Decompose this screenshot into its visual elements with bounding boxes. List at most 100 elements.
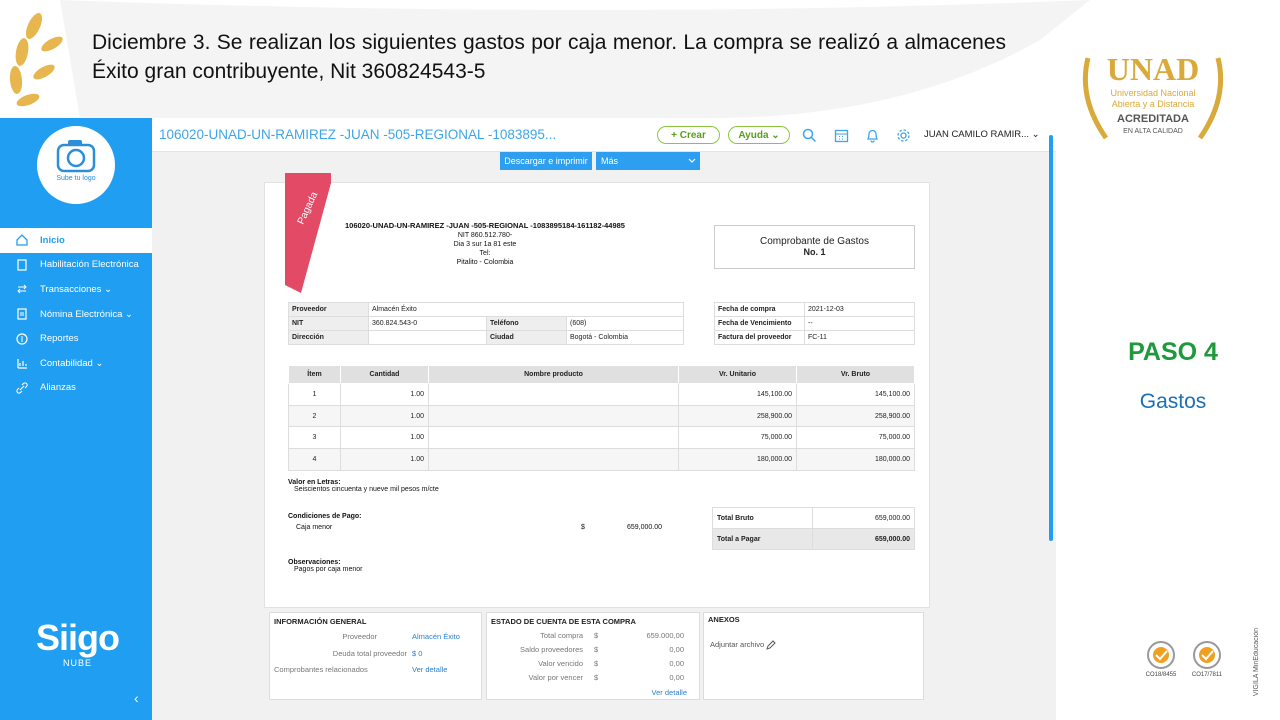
table-cell: 1.00 [340,404,429,428]
help-button[interactable]: Ayuda ⌄ [728,126,790,144]
account-row-currency: $ [594,673,599,682]
accounting-icon [17,359,27,369]
account-row-currency: $ [594,645,599,654]
mineducacion-mark: VIGILA MinEducación [1253,628,1260,697]
condicion-currency: $ [581,524,585,531]
dates-table: Fecha de compra 2021-12-03 Fecha de Venci… [714,302,915,345]
collapse-sidebar-button[interactable]: ‹ [134,690,139,706]
document-icon [17,259,27,271]
bell-icon[interactable] [865,128,880,143]
table-cell: 3 [288,426,341,450]
table-cell [428,448,679,471]
svg-text:ACREDITADA: ACREDITADA [1117,113,1189,125]
items-table: Ítem Cantidad Nombre producto Vr. Unitario V… [288,365,915,471]
account-row-label: Total compra [540,631,583,640]
certification-badge: CO18/8455 [1138,640,1184,678]
items-header-cell: Vr. Unitario [678,365,797,384]
valor-letras: Valor en Letras: Seiscientos cincuenta y… [288,479,439,493]
paid-ribbon: Pagada [285,173,331,293]
table-cell: 2 [288,404,341,428]
voucher-document: Pagada 106020-UNAD-UN-RAMIREZ -JUAN -505… [264,173,930,608]
calendar-icon[interactable] [834,128,849,143]
attach-file-button[interactable]: Adjuntar archivo [710,640,777,650]
account-row-label: Valor por vencer [528,673,583,682]
table-cell [428,404,679,428]
table-cell: 75,000.00 [678,426,797,450]
table-cell: 258,900.00 [678,404,797,428]
panel-title: ESTADO DE CUENTA DE ESTA COMPRA [491,617,636,626]
general-info-panel: INFORMACIÓN GENERAL Proveedor Almacén Éx… [269,612,482,700]
svg-text:Abierta y a Distancia: Abierta y a Distancia [1112,99,1195,109]
chevron-down-icon [688,158,696,163]
table-cell: 75,000.00 [796,426,915,450]
account-status-panel: ESTADO DE CUENTA DE ESTA COMPRA Total co… [486,612,700,700]
provider-table: Proveedor Almacén Éxito NIT 360.824.543-… [288,302,684,345]
table-cell [428,426,679,450]
account-detail-link[interactable]: Ver detalle [652,688,687,697]
table-row: 2 1.00 258,900.00 258,900.00 [288,404,915,428]
items-header-cell: Ítem [288,365,341,384]
sidebar-item-contabilidad[interactable]: Contabilidad ⌄ [0,351,152,376]
sidebar-item-inicio[interactable]: Inicio [0,228,152,253]
table-row: 1 1.00 145,100.00 145,100.00 [288,383,915,406]
home-icon [16,234,28,246]
table-cell: 180,000.00 [796,448,915,471]
sidebar-item-transacciones[interactable]: Transacciones ⌄ [0,277,152,302]
totals-table: Total Bruto 659,000.00 Total a Pagar 659,0… [712,507,915,550]
transactions-icon [17,285,27,294]
unad-wordmark: UNAD [1107,51,1199,87]
account-row-currency: $ [594,631,599,640]
table-cell: 1.00 [340,426,429,450]
sgs-badge-icon [1193,641,1221,669]
observaciones: Observaciones: Pagos por caja menor [288,559,363,573]
account-row-value: 659.000,00 [646,631,684,640]
sidebar-item-nomina[interactable]: Nómina Electrónica ⌄ [0,302,152,327]
download-print-button[interactable]: Descargar e imprimir [500,152,592,170]
table-cell: 145,100.00 [678,383,797,406]
table-cell: 258,900.00 [796,404,915,428]
sidebar-item-habilitacion[interactable]: Habilitación Electrónica [0,253,152,278]
topbar: 106020-UNAD-UN-RAMIREZ -JUAN -505-REGION… [152,118,1056,152]
link-icon [16,382,28,394]
scrollbar[interactable] [1049,135,1053,541]
upload-logo-button[interactable]: Sube tu logo [37,126,115,204]
gear-icon[interactable] [896,128,911,143]
provider-link[interactable]: Almacén Éxito [412,632,460,641]
sidebar-item-reportes[interactable]: Reportes [0,326,152,351]
step-subtitle: Gastos [1139,390,1207,413]
table-cell: 180,000.00 [678,448,797,471]
table-cell: 1.00 [340,448,429,471]
table-row: 3 1.00 75,000.00 75,000.00 [288,426,915,450]
account-row-currency: $ [594,659,599,668]
related-vouchers-link[interactable]: Ver detalle [412,665,447,674]
slide-title: Diciembre 3. Se realizan los siguientes … [92,31,1006,83]
account-row-label: Valor vencido [538,659,583,668]
siigo-app-screenshot: Sube tu logo Inicio Habilitación Electró… [0,118,1056,720]
sidebar-menu: Inicio Habilitación Electrónica Transacc… [0,228,152,400]
camera-icon [56,140,96,173]
account-row-label: Saldo proveedores [520,645,583,654]
more-dropdown[interactable]: Más [596,152,700,170]
condicion-amount: 659,000.00 [627,524,663,531]
voucher-title-box: Comprobante de Gastos No. 1 [714,225,915,269]
account-row-value: 0,00 [669,659,684,668]
upload-logo-label: Sube tu logo [56,175,96,182]
account-row-value: 0,00 [669,673,684,682]
sidebar: Sube tu logo Inicio Habilitación Electró… [0,118,152,720]
table-row: 4 1.00 180,000.00 180,000.00 [288,448,915,471]
table-cell: 1 [288,383,341,406]
create-button[interactable]: + Crear [657,126,720,144]
table-cell: 1.00 [340,383,429,406]
slide: Diciembre 3. Se realizan los siguientes … [0,0,1280,720]
account-row-value: 0,00 [669,645,684,654]
siigo-logo: Siigo NUBE [36,617,120,669]
user-menu[interactable]: JUAN CAMILO RAMIR... ⌄ [924,129,1040,140]
items-header-cell: Cantidad [340,365,429,384]
panel-title: ANEXOS [708,615,740,624]
search-icon[interactable] [802,128,817,143]
table-cell: 145,100.00 [796,383,915,406]
sidebar-item-alianzas[interactable]: Alianzas [0,376,152,401]
company-name: 106020-UNAD-UN-RAMIREZ -JUAN -505-REGION… [159,127,557,142]
payroll-icon [17,308,27,320]
items-header-cell: Vr. Bruto [796,365,915,384]
